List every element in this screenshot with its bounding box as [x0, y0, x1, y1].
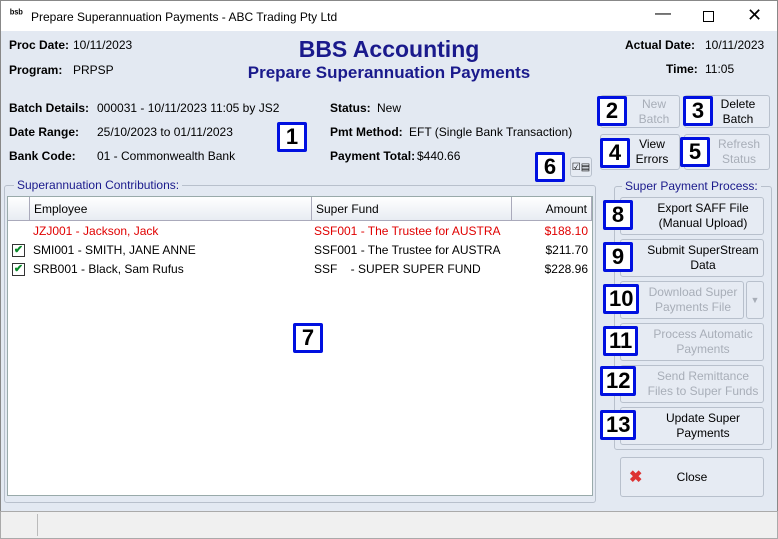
batch-details: 000031 - 10/11/2023 11:05 by JS2	[97, 101, 280, 115]
status-bar	[0, 511, 778, 539]
amount-cell: $188.10	[544, 224, 588, 238]
employee-cell: SMI001 - SMITH, JANE ANNE	[33, 243, 196, 257]
table-row[interactable]: ✔ SRB001 - Black, Sam Rufus SSF - SUPER …	[8, 260, 592, 279]
column-header-employee[interactable]: Employee	[30, 197, 312, 221]
column-header-super-fund[interactable]: Super Fund	[312, 197, 512, 221]
employee-cell: JZJ001 - Jackson, Jack	[33, 224, 159, 238]
row-checkbox[interactable]: ✔	[12, 244, 25, 257]
marker-5: 5	[680, 137, 710, 167]
status-divider	[37, 514, 38, 536]
column-header-amount[interactable]: Amount	[512, 197, 592, 221]
close-window-icon[interactable]: ✕	[747, 5, 762, 26]
contributions-title: Superannuation Contributions:	[14, 178, 183, 192]
update-super-payments-button[interactable]: Update Super Payments	[620, 407, 764, 445]
close-x-icon: ✖	[629, 468, 643, 486]
marker-8: 8	[603, 200, 633, 230]
maximize-icon[interactable]	[703, 11, 714, 22]
payment-total-label: Payment Total:	[330, 149, 416, 163]
process-title: Super Payment Process:	[622, 179, 761, 193]
header-check	[8, 197, 30, 221]
close-label: Close	[676, 469, 708, 484]
row-checkbox[interactable]	[12, 225, 25, 238]
super-fund-cell: SSF001 - The Trustee for AUSTRA	[314, 243, 501, 257]
bbs-logo-icon: ᵇˢᵇ	[10, 8, 23, 20]
download-dropdown-chevron-icon[interactable]: ▼	[746, 281, 764, 319]
super-fund-cell: SSF001 - The Trustee for AUSTRA	[314, 224, 501, 238]
bank-code: 01 - Commonwealth Bank	[97, 149, 236, 163]
table-row[interactable]: JZJ001 - Jackson, Jack SSF001 - The Trus…	[8, 222, 592, 241]
title-bar: ᵇˢᵇ Prepare Superannuation Payments - AB…	[0, 0, 778, 31]
export-saff-button[interactable]: Export SAFF File (Manual Upload)	[620, 197, 764, 235]
marker-1: 1	[277, 122, 307, 152]
bank-code-label: Bank Code:	[9, 149, 76, 163]
marker-3: 3	[683, 96, 713, 126]
marker-11: 11	[603, 326, 639, 356]
status-value: New	[377, 101, 402, 115]
contributions-grid[interactable]: Employee Super Fund Amount JZJ001 - Jack…	[7, 196, 593, 496]
super-fund-cell: SSF - SUPER SUPER FUND	[314, 262, 481, 276]
send-remittance-button[interactable]: Send Remittance Files to Super Funds	[620, 365, 764, 403]
pmt-method-label: Pmt Method:	[330, 125, 403, 139]
marker-13: 13	[600, 410, 637, 440]
window-title: Prepare Superannuation Payments - ABC Tr…	[31, 10, 338, 24]
minimize-icon[interactable]: —	[655, 5, 671, 23]
page-subtitle: Prepare Superannuation Payments	[247, 63, 531, 82]
row-checkbox[interactable]: ✔	[12, 263, 25, 276]
amount-cell: $211.70	[545, 243, 589, 257]
amount-cell: $228.96	[544, 262, 588, 276]
marker-2: 2	[597, 96, 627, 126]
marker-7: 7	[293, 323, 323, 353]
close-button[interactable]: ✖ Close	[620, 457, 764, 497]
date-range: 25/10/2023 to 01/11/2023	[97, 125, 233, 139]
time-label: Time:	[666, 62, 698, 76]
actual-date-label: Actual Date:	[625, 38, 696, 52]
marker-4: 4	[600, 138, 630, 168]
pmt-method: EFT (Single Bank Transaction)	[409, 125, 573, 139]
marker-10: 10	[603, 284, 640, 314]
marker-12: 12	[600, 366, 637, 396]
date-range-label: Date Range:	[9, 125, 80, 139]
employee-cell: SRB001 - Black, Sam Rufus	[33, 262, 184, 276]
time: 11:05	[705, 62, 735, 76]
actual-date: 10/11/2023	[705, 38, 765, 52]
table-row[interactable]: ✔ SMI001 - SMITH, JANE ANNE SSF001 - The…	[8, 241, 592, 260]
submit-superstream-button[interactable]: Submit SuperStream Data	[620, 239, 764, 277]
marker-9: 9	[603, 242, 633, 272]
batch-details-label: Batch Details:	[9, 101, 90, 115]
marker-6: 6	[535, 152, 565, 182]
column-chooser-icon[interactable]: ☑▤	[570, 157, 592, 177]
status-label: Status:	[330, 101, 371, 115]
process-automatic-payments-button[interactable]: Process Automatic Payments	[620, 323, 764, 361]
payment-total: $440.66	[417, 149, 461, 163]
